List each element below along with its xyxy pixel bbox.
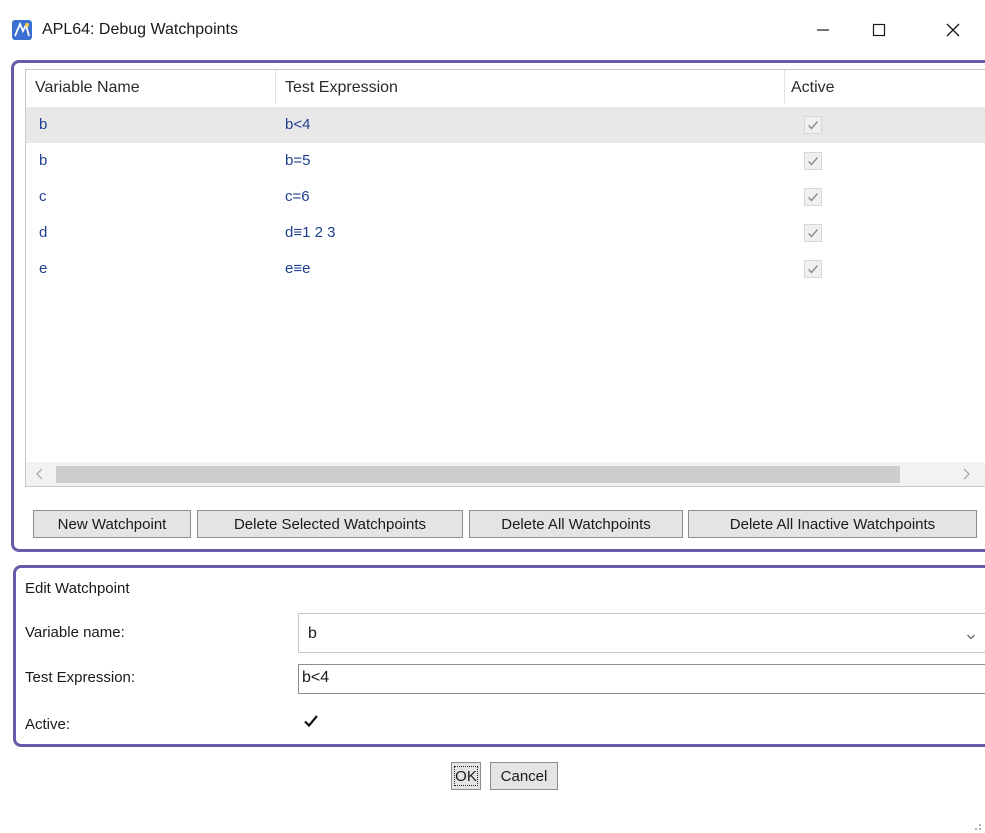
- active-checkbox[interactable]: [804, 260, 822, 278]
- scroll-right-icon[interactable]: [958, 466, 974, 482]
- section-title: Edit Watchpoint: [25, 580, 130, 597]
- delete-selected-button[interactable]: Delete Selected Watchpoints: [197, 510, 463, 538]
- maximize-icon: [872, 23, 886, 37]
- minimize-button[interactable]: [800, 10, 846, 50]
- variable-name-dropdown[interactable]: b: [298, 613, 985, 653]
- expression-cell: b<4: [285, 116, 311, 133]
- expression-cell: e≡e: [285, 260, 311, 277]
- ok-button[interactable]: OK: [451, 762, 481, 790]
- expression-cell: d≡1 2 3: [285, 224, 336, 241]
- checkmark-icon: [808, 193, 819, 202]
- active-checkbox[interactable]: [302, 712, 320, 730]
- horizontal-scrollbar[interactable]: [26, 462, 985, 486]
- column-header-expression[interactable]: Test Expression: [285, 79, 398, 97]
- close-button[interactable]: [930, 10, 976, 50]
- window-title: APL64: Debug Watchpoints: [42, 21, 238, 38]
- maximize-button[interactable]: [856, 10, 902, 50]
- title-bar[interactable]: APL64: Debug Watchpoints: [0, 0, 985, 58]
- scroll-left-icon[interactable]: [32, 466, 48, 482]
- minimize-icon: [816, 23, 830, 37]
- cancel-button[interactable]: Cancel: [490, 762, 558, 790]
- watchpoint-row[interactable]: b b<4: [26, 107, 985, 143]
- column-divider[interactable]: [784, 70, 785, 104]
- variable-cell: b: [39, 116, 48, 133]
- new-watchpoint-button[interactable]: New Watchpoint: [33, 510, 191, 538]
- column-divider[interactable]: [275, 70, 276, 104]
- resize-grip-icon[interactable]: [970, 818, 982, 830]
- chevron-down-icon: [966, 628, 976, 645]
- active-checkbox[interactable]: [804, 116, 822, 134]
- checkmark-icon: [808, 265, 819, 274]
- variable-cell: b: [39, 152, 48, 169]
- watchpoint-row[interactable]: c c=6: [26, 179, 985, 215]
- checkmark-icon: [808, 229, 819, 238]
- variable-cell: e: [39, 260, 48, 277]
- variable-cell: c: [39, 188, 47, 205]
- close-icon: [945, 22, 961, 38]
- variable-name-value: b: [308, 625, 317, 642]
- apl64-app-icon: [11, 19, 33, 41]
- scrollbar-thumb[interactable]: [56, 466, 900, 483]
- focus-rectangle: [454, 766, 478, 786]
- column-header-variable[interactable]: Variable Name: [35, 79, 140, 97]
- checkmark-icon: [304, 715, 318, 728]
- variable-name-label: Variable name:: [25, 624, 125, 641]
- watchpoint-row[interactable]: e e≡e: [26, 251, 985, 287]
- active-checkbox[interactable]: [804, 152, 822, 170]
- edit-watchpoint-group: [13, 565, 985, 747]
- variable-cell: d: [39, 224, 48, 241]
- watchpoint-row[interactable]: d d≡1 2 3: [26, 215, 985, 251]
- active-checkbox[interactable]: [804, 224, 822, 242]
- expression-cell: b=5: [285, 152, 311, 169]
- test-expression-input[interactable]: b<4: [298, 664, 985, 694]
- checkmark-icon: [808, 157, 819, 166]
- delete-inactive-button[interactable]: Delete All Inactive Watchpoints: [688, 510, 977, 538]
- watchpoints-list[interactable]: Variable Name Test Expression Active b b…: [25, 69, 985, 487]
- expression-cell: c=6: [285, 188, 310, 205]
- column-header-active[interactable]: Active: [791, 79, 835, 97]
- delete-all-button[interactable]: Delete All Watchpoints: [469, 510, 683, 538]
- active-label: Active:: [25, 716, 71, 733]
- list-header: Variable Name Test Expression Active: [26, 70, 985, 104]
- checkmark-icon: [808, 121, 819, 130]
- test-expression-label: Test Expression:: [25, 669, 136, 686]
- active-checkbox[interactable]: [804, 188, 822, 206]
- watchpoint-row[interactable]: b b=5: [26, 143, 985, 179]
